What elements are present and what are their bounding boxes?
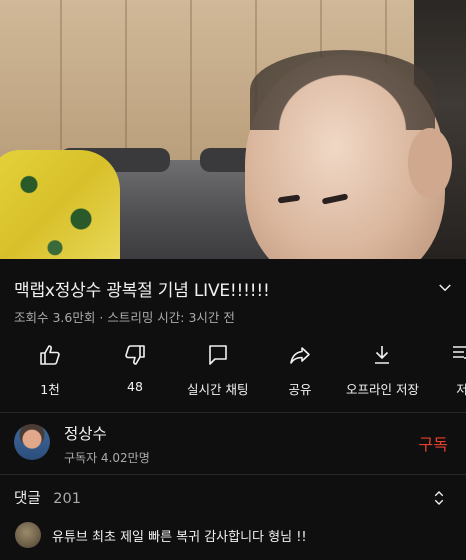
dislike-count: 48 [127, 379, 143, 394]
man-hair [250, 50, 435, 130]
live-chat-label: 실시간 채팅 [187, 382, 249, 397]
save-icon [453, 346, 466, 359]
chevron-down-icon[interactable] [436, 279, 454, 297]
comment-text: 유튜브 최초 제일 빠른 복귀 감사합니다 형님 !! [52, 530, 307, 545]
like-button[interactable]: 1천 [38, 343, 62, 398]
share-button[interactable]: 공유 [288, 343, 312, 398]
commenter-avatar [15, 522, 41, 548]
share-icon [290, 347, 310, 364]
meta-separator: · [99, 310, 104, 325]
video-title-row[interactable]: 맥랩x정상수 광복절 기념 LIVE!!!!!! [14, 275, 454, 301]
comments-header[interactable]: 댓글 201 [14, 487, 81, 508]
download-icon [375, 346, 390, 364]
download-label: 오프라인 저장 [346, 382, 419, 397]
video-meta: 조회수 3.6만회 · 스트리밍 시간: 3시간 전 [14, 307, 235, 326]
divider [0, 474, 466, 475]
video-title: 맥랩x정상수 광복절 기념 LIVE!!!!!! [14, 280, 270, 301]
video-player[interactable] [0, 0, 466, 259]
download-button[interactable]: 오프라인 저장 [346, 343, 419, 398]
wall-panel-line [190, 0, 192, 180]
view-count: 조회수 3.6만회 [14, 310, 96, 325]
like-count: 1천 [40, 382, 60, 397]
live-chat-icon [208, 345, 227, 365]
live-chat-button[interactable]: 실시간 채팅 [187, 343, 248, 398]
save-button[interactable]: 저 [450, 343, 466, 398]
comments-count: 201 [53, 491, 81, 507]
dislike-button[interactable]: 48 [123, 343, 147, 394]
top-comment[interactable]: 유튜브 최초 제일 빠른 복귀 감사합니다 형님 !! [0, 520, 466, 554]
thumbs-up-icon [40, 345, 60, 365]
stream-time: 스트리밍 시간: 3시간 전 [107, 310, 235, 325]
comments-label: 댓글 [14, 491, 41, 507]
channel-name[interactable]: 정상수 [64, 422, 107, 444]
subscriber-count: 구독자 4.02만명 [64, 451, 150, 465]
save-label: 저 [456, 382, 466, 397]
action-bar: 1천 48 실시간 채팅 공유 오프라인 저장 저 [0, 343, 466, 403]
yellow-shirt-person [0, 150, 120, 259]
channel-avatar[interactable] [14, 424, 50, 460]
subscribe-button[interactable]: 구독 [419, 431, 448, 455]
thumbs-down-icon [125, 345, 145, 365]
expand-collapse-icon[interactable] [430, 488, 448, 508]
man-ear [408, 128, 452, 198]
channel-row[interactable]: 정상수 구독자 4.02만명 구독 [0, 413, 466, 473]
share-label: 공유 [288, 382, 312, 397]
